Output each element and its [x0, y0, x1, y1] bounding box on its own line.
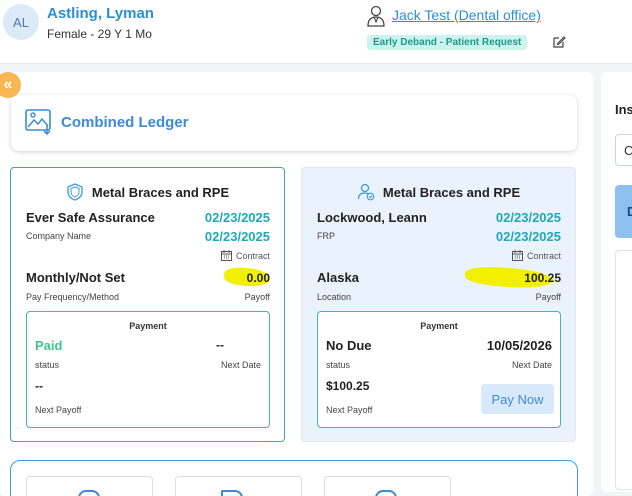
right-panel-button[interactable]: D	[615, 185, 632, 238]
user-check-icon	[357, 183, 375, 201]
card-header: Metal Braces and RPE	[302, 183, 575, 201]
contract-link[interactable]: Contract	[220, 250, 270, 261]
company-name-label: Company Name	[26, 231, 92, 241]
insurance-plan-card[interactable]: Metal Braces and RPE Ever Safe Assurance…	[10, 167, 285, 442]
frp-plan-card[interactable]: Metal Braces and RPE Lockwood, Leann FRP…	[301, 167, 576, 442]
company-name: Ever Safe Assurance	[26, 210, 155, 225]
contract-label: Contract	[235, 250, 270, 261]
card-title: Metal Braces and RPE	[91, 184, 230, 200]
payment-title: Payment	[420, 321, 458, 331]
next-date-label: Next Date	[220, 360, 261, 370]
payoff-label: Payoff	[244, 292, 270, 302]
end-date: 02/23/2025	[204, 229, 270, 244]
payoff-value: 0.00	[246, 271, 270, 285]
insurance-select[interactable]: C	[615, 134, 632, 166]
card-title: Metal Braces and RPE	[382, 184, 521, 200]
location-label: Location	[317, 292, 352, 302]
payment-box: Payment Paid status -- Next Date -- Next…	[26, 311, 270, 428]
next-payoff-label: Next Payoff	[326, 405, 373, 415]
contract-link[interactable]: Contract	[511, 250, 561, 261]
frp-name: Lockwood, Leann	[317, 210, 427, 225]
next-date-value: 10/05/2026	[486, 338, 552, 353]
next-payoff-label: Next Payoff	[35, 405, 82, 415]
patient-header: AL Astling, Lyman Female - 29 Y 1 Mo Jac…	[0, 0, 632, 64]
payment-status-label: status	[35, 360, 60, 370]
pay-frequency-value: Monthly/Not Set	[26, 270, 125, 285]
pay-frequency-label: Pay Frequency/Method	[26, 292, 120, 302]
location-value: Alaska	[317, 270, 359, 285]
patient-name[interactable]: Astling, Lyman	[47, 5, 154, 22]
right-panel-box	[615, 250, 632, 490]
pay-now-button[interactable]: Pay Now	[481, 384, 554, 414]
avatar[interactable]: AL	[3, 4, 39, 40]
next-payoff-value: $100.25	[326, 379, 370, 393]
card-header: Metal Braces and RPE	[11, 183, 284, 201]
bottom-card-icon	[375, 490, 397, 496]
payment-box: Payment No Due status 10/05/2026 Next Da…	[317, 311, 561, 428]
payoff-value: 100.25	[524, 271, 561, 285]
ledger-title: Combined Ledger	[61, 114, 189, 131]
calendar-icon	[220, 250, 232, 261]
doctor-link[interactable]: Jack Test (Dental office)	[392, 7, 541, 23]
status-badge: Early Deband - Patient Request	[367, 35, 528, 50]
frp-label: FRP	[317, 231, 335, 241]
end-date: 02/23/2025	[495, 229, 561, 244]
edit-icon[interactable]	[552, 35, 566, 49]
next-date-label: Next Date	[511, 360, 552, 370]
bottom-card-icon	[221, 490, 243, 496]
start-date: 02/23/2025	[204, 210, 270, 225]
contract-label: Contract	[526, 250, 561, 261]
image-ledger-icon	[25, 109, 51, 135]
payment-status-value: No Due	[326, 338, 372, 353]
payoff-label: Payoff	[535, 292, 561, 302]
bottom-card-icon	[78, 490, 100, 496]
doctor-icon	[367, 5, 385, 27]
patient-demographics: Female - 29 Y 1 Mo	[47, 27, 152, 41]
next-payoff-value: --	[35, 379, 43, 393]
combined-ledger-card[interactable]: Combined Ledger	[11, 95, 577, 151]
calendar-icon	[511, 250, 523, 261]
next-date-value: --	[216, 338, 224, 352]
shield-icon	[67, 183, 83, 201]
insurance-label: Ins	[615, 102, 632, 117]
payment-title: Payment	[129, 321, 167, 331]
payment-status-value: Paid	[35, 338, 63, 353]
start-date: 02/23/2025	[495, 210, 561, 225]
payment-status-label: status	[326, 360, 351, 370]
